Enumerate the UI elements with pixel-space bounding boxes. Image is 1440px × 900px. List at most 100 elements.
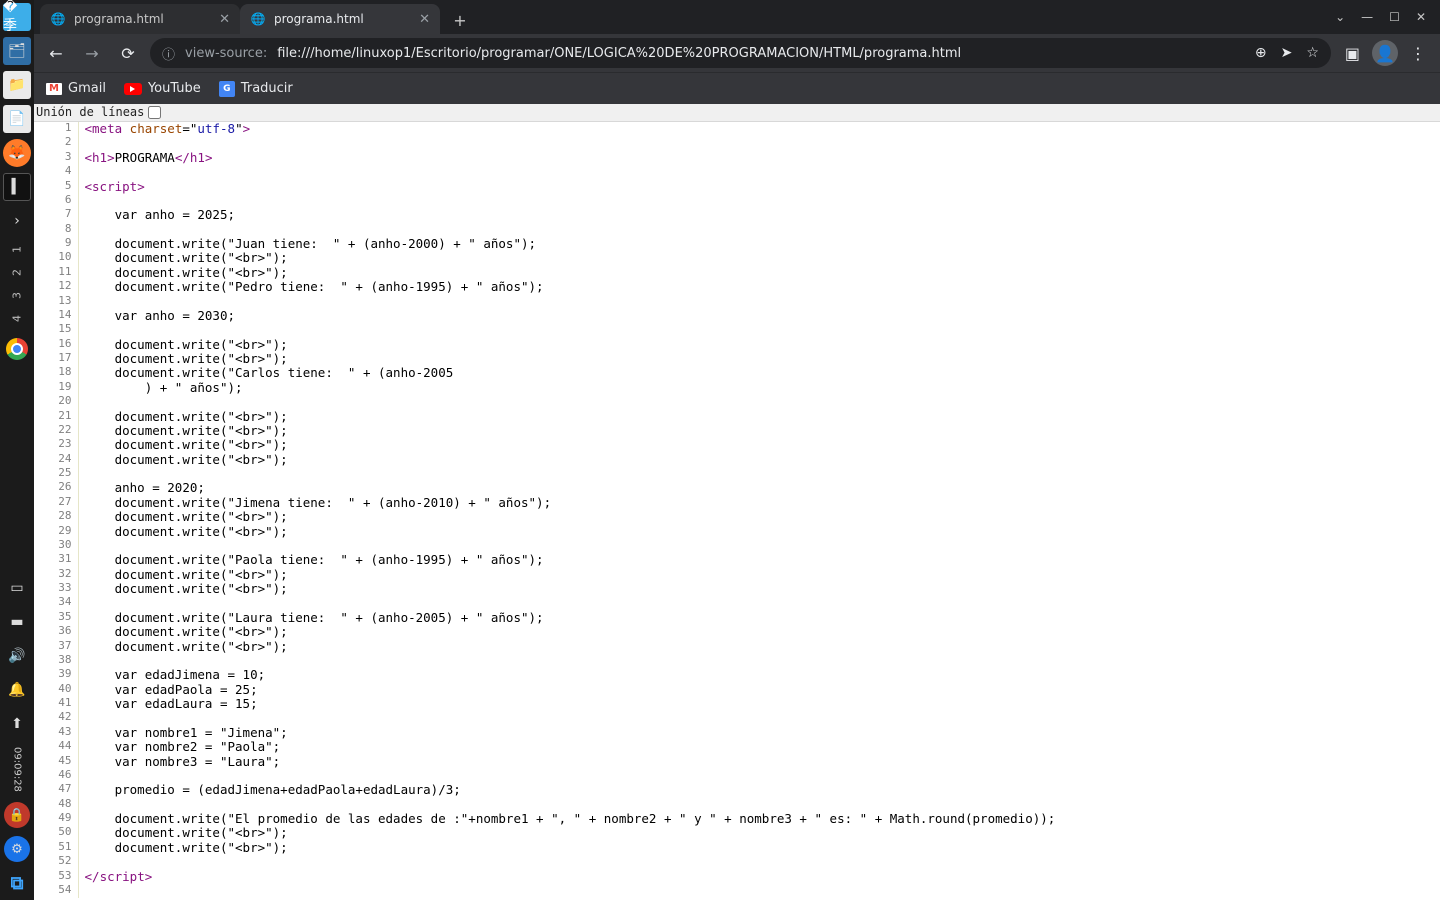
tray-network-icon[interactable]: ▭ [3, 574, 31, 602]
close-icon[interactable]: ✕ [219, 12, 230, 27]
back-button[interactable]: ← [42, 39, 70, 67]
tray-battery-icon[interactable]: ▬ [3, 608, 31, 636]
line-code[interactable]: document.write("<br>"); [78, 251, 1055, 265]
line-code[interactable] [78, 395, 1055, 409]
line-code[interactable]: document.write("El promedio de las edade… [78, 812, 1055, 826]
bookmark-star-icon[interactable]: ☆ [1306, 45, 1319, 61]
tray-notifications-icon[interactable]: 🔔 [3, 676, 31, 704]
desktop-4-indicator[interactable]: 4 [11, 305, 24, 333]
line-code[interactable]: promedio = (edadJimena+edadPaola+edadLau… [78, 783, 1055, 797]
line-code[interactable]: document.write("<br>"); [78, 582, 1055, 596]
line-code[interactable]: var edadJimena = 10; [78, 668, 1055, 682]
kde-launcher-icon[interactable]: �季 [3, 3, 31, 31]
minimize-button[interactable]: — [1361, 10, 1373, 24]
folder-icon[interactable]: 📁 [3, 71, 31, 99]
line-code[interactable]: document.write("Laura tiene: " + (anho-2… [78, 611, 1055, 625]
line-code[interactable]: document.write("<br>"); [78, 625, 1055, 639]
line-code[interactable] [78, 323, 1055, 337]
line-wrap-toggle: Unión de líneas [34, 104, 1440, 122]
line-code[interactable]: document.write("<br>"); [78, 438, 1055, 452]
close-window-button[interactable]: ✕ [1416, 10, 1426, 24]
tab-0[interactable]: 🌐 programa.html ✕ [40, 4, 240, 34]
line-code[interactable]: <script> [78, 180, 1055, 194]
line-code[interactable]: ) + " años"); [78, 381, 1055, 395]
line-code[interactable] [78, 194, 1055, 208]
line-code[interactable] [78, 539, 1055, 553]
line-code[interactable]: document.write("<br>"); [78, 352, 1055, 366]
line-code[interactable]: <meta charset="utf-8"> [78, 122, 1055, 136]
files-icon[interactable]: 🗂 [3, 37, 31, 65]
line-code[interactable] [78, 711, 1055, 725]
youtube-icon [124, 83, 142, 95]
tab-1[interactable]: 🌐 programa.html ✕ [240, 4, 440, 34]
line-code[interactable]: document.write("<br>"); [78, 266, 1055, 280]
line-code[interactable]: document.write("<br>"); [78, 826, 1055, 840]
reload-button[interactable]: ⟳ [114, 39, 142, 67]
share-icon[interactable]: ➤ [1281, 45, 1293, 61]
line-code[interactable]: document.write("<br>"); [78, 453, 1055, 467]
line-code[interactable] [78, 654, 1055, 668]
line-code[interactable]: document.write("<br>"); [78, 841, 1055, 855]
lock-icon[interactable]: 🔒 [4, 802, 30, 828]
side-panel-icon[interactable]: ▣ [1345, 44, 1360, 63]
forward-button[interactable]: → [78, 39, 106, 67]
line-code[interactable] [78, 884, 1055, 898]
line-code[interactable] [78, 596, 1055, 610]
line-code[interactable]: anho = 2020; [78, 481, 1055, 495]
bookmark-traducir[interactable]: G Traducir [219, 81, 293, 97]
line-code[interactable]: document.write("<br>"); [78, 338, 1055, 352]
address-bar[interactable]: ⓘ view-source:file:///home/linuxop1/Escr… [150, 38, 1331, 68]
firefox-icon[interactable]: 🦊 [3, 139, 31, 167]
line-code[interactable]: document.write("<br>"); [78, 410, 1055, 424]
line-code[interactable] [78, 467, 1055, 481]
settings-icon[interactable]: ⚙ [4, 836, 30, 862]
line-code[interactable] [78, 798, 1055, 812]
line-code[interactable]: </script> [78, 870, 1055, 884]
menu-icon[interactable]: ⋮ [1410, 44, 1426, 63]
profile-avatar-icon[interactable]: 👤 [1372, 40, 1398, 66]
tabs-dropdown-icon[interactable]: ⌄ [1335, 10, 1345, 24]
line-code[interactable]: var anho = 2030; [78, 309, 1055, 323]
line-code[interactable]: document.write("<br>"); [78, 424, 1055, 438]
line-number: 8 [34, 223, 78, 237]
line-code[interactable]: document.write("Jimena tiene: " + (anho-… [78, 496, 1055, 510]
terminal-icon[interactable]: ▍ [3, 173, 31, 201]
line-code[interactable]: document.write("Paola tiene: " + (anho-1… [78, 553, 1055, 567]
expand-icon[interactable]: › [3, 207, 31, 235]
site-info-icon[interactable]: ⓘ [162, 44, 175, 63]
clock[interactable]: 09:09:28 [12, 747, 23, 792]
line-code[interactable]: document.write("<br>"); [78, 510, 1055, 524]
line-code[interactable]: document.write("<br>"); [78, 640, 1055, 654]
bookmark-gmail[interactable]: M Gmail [46, 81, 106, 96]
maximize-button[interactable]: ☐ [1389, 10, 1400, 24]
line-code[interactable]: <h1>PROGRAMA</h1> [78, 151, 1055, 165]
tray-updates-icon[interactable]: ⬆ [3, 710, 31, 738]
line-code[interactable]: var nombre3 = "Laura"; [78, 755, 1055, 769]
line-wrap-checkbox[interactable] [148, 106, 161, 119]
zoom-icon[interactable]: ⊕ [1255, 45, 1267, 61]
tray-volume-icon[interactable]: 🔊 [3, 642, 31, 670]
new-tab-button[interactable]: + [446, 6, 474, 34]
line-code[interactable] [78, 295, 1055, 309]
page-content[interactable]: Unión de líneas 1<meta charset="utf-8">2… [34, 104, 1440, 900]
line-code[interactable]: var nombre2 = "Paola"; [78, 740, 1055, 754]
line-code[interactable]: var anho = 2025; [78, 208, 1055, 222]
line-code[interactable] [78, 165, 1055, 179]
line-code[interactable]: var edadLaura = 15; [78, 697, 1055, 711]
line-code[interactable] [78, 223, 1055, 237]
line-code[interactable]: document.write("<br>"); [78, 568, 1055, 582]
bookmark-youtube[interactable]: YouTube [124, 81, 201, 96]
chrome-icon[interactable] [3, 335, 31, 363]
line-code[interactable]: var nombre1 = "Jimena"; [78, 726, 1055, 740]
line-code[interactable]: document.write("Pedro tiene: " + (anho-1… [78, 280, 1055, 294]
close-icon[interactable]: ✕ [419, 12, 430, 27]
line-code[interactable] [78, 855, 1055, 869]
line-code[interactable] [78, 136, 1055, 150]
line-code[interactable]: document.write("Juan tiene: " + (anho-20… [78, 237, 1055, 251]
line-code[interactable]: document.write("Carlos tiene: " + (anho-… [78, 366, 1055, 380]
document-icon[interactable]: 📄 [3, 105, 31, 133]
vscode-icon[interactable]: ⧉ [4, 870, 30, 896]
line-code[interactable]: document.write("<br>"); [78, 525, 1055, 539]
line-code[interactable] [78, 769, 1055, 783]
line-code[interactable]: var edadPaola = 25; [78, 683, 1055, 697]
